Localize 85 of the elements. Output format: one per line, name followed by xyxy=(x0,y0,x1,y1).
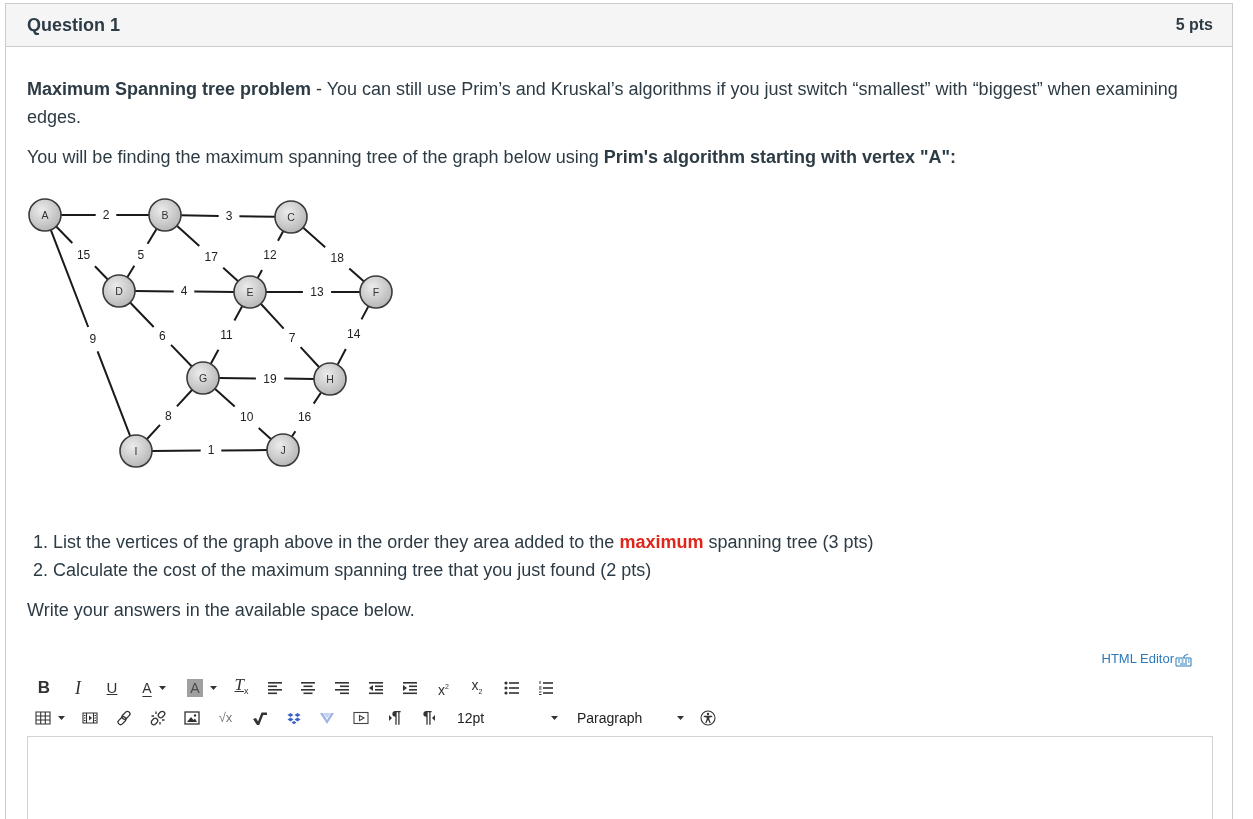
font-color-button[interactable]: A xyxy=(129,674,179,702)
edge-weight: 4 xyxy=(180,284,188,299)
question-title: Question 1 xyxy=(27,14,120,36)
edge-weight: 10 xyxy=(240,410,254,425)
superscript-button[interactable]: x$^{2}$ xyxy=(427,674,460,702)
list-number: 2. xyxy=(33,559,48,582)
edge-weight: 19 xyxy=(263,371,277,386)
triangle-icon xyxy=(388,715,392,721)
graph-edge xyxy=(145,388,194,441)
graph-node: B xyxy=(148,198,182,232)
graph-node: J xyxy=(266,433,300,467)
triangle-icon xyxy=(432,715,436,721)
edge-weight: 17 xyxy=(204,249,218,264)
edge-weight: 9 xyxy=(89,332,97,347)
graph-edge xyxy=(209,305,244,365)
caret-icon xyxy=(158,686,166,690)
graph-edge xyxy=(256,230,285,279)
broken-link-icon xyxy=(150,710,166,726)
question-paragraph: Maximum Spanning tree problem - You can still use Prim’s and Kruskal’s algorithms if you just switch “smallest” with “biggest” when examining edges. xyxy=(27,78,1179,129)
accessibility-icon xyxy=(700,710,716,726)
graph-node: C xyxy=(274,200,308,234)
edge-weight: 13 xyxy=(310,285,324,299)
link-icon xyxy=(116,710,132,726)
numbered-list-icon xyxy=(538,680,554,696)
graph-node: I xyxy=(119,434,153,468)
list-number: 1. xyxy=(33,531,48,554)
task-text: List the vertices of the graph above in the order they area added to the maximum spanning tree (3 pts) xyxy=(53,531,874,554)
graph-node: D xyxy=(102,274,136,308)
graph-node: A xyxy=(28,198,62,232)
caret-icon xyxy=(677,716,684,720)
graph-edge xyxy=(302,226,365,283)
graph-node: H xyxy=(313,362,347,396)
underline-button[interactable]: U xyxy=(95,674,129,702)
edge-weight: 7 xyxy=(288,330,296,345)
media-icon xyxy=(82,710,98,726)
edge-weight: 1 xyxy=(207,443,215,458)
keyboard-icon xyxy=(1175,653,1192,667)
play-box-icon xyxy=(352,710,369,726)
edge-weight: 12 xyxy=(263,248,277,263)
graph-edge xyxy=(259,302,321,369)
edge-weight: 8 xyxy=(165,408,172,423)
graph-edge xyxy=(175,224,240,283)
edge-weight: 2 xyxy=(102,208,110,222)
font-size-select[interactable]: 12pt xyxy=(446,704,566,732)
task-text: Calculate the cost of the maximum spanning tree that you just found (2 pts) xyxy=(53,559,652,582)
align-right-icon xyxy=(334,680,350,696)
graph-node: E xyxy=(233,275,267,309)
edge-weight: 6 xyxy=(159,328,166,343)
edge-weight: 16 xyxy=(297,410,312,425)
checkmark-icon xyxy=(252,710,268,726)
edge-weight: 5 xyxy=(137,247,145,262)
block-format-select[interactable]: Paragraph xyxy=(566,704,692,732)
caret-icon xyxy=(551,716,558,720)
edge-weight: 14 xyxy=(347,327,361,342)
graph-edge xyxy=(290,391,323,438)
table-grid-icon xyxy=(35,710,51,726)
bold-button[interactable]: B xyxy=(27,674,61,702)
instruction-text: Write your answers in the available space below. xyxy=(27,599,416,622)
align-center-icon xyxy=(300,680,316,696)
chevron-down-icon xyxy=(318,710,335,726)
graph-edge xyxy=(336,305,370,366)
question-points: 5 pts xyxy=(1175,16,1213,34)
edge-weight: 3 xyxy=(225,209,233,223)
edge-weight: 15 xyxy=(76,247,91,262)
math-equation-button[interactable]: √x xyxy=(208,704,243,732)
caret-icon xyxy=(209,686,217,690)
edge-weight: 18 xyxy=(330,250,344,265)
diamond-cluster-icon xyxy=(285,710,302,726)
edge-weight: 11 xyxy=(220,328,233,343)
subscript-button[interactable]: x$_{2}$ xyxy=(460,674,494,702)
graph-edge xyxy=(213,387,273,441)
caret-icon xyxy=(58,716,65,720)
question-paragraph: You will be finding the maximum spanning tree of the graph below using Prim's algorithm starting with vertex "A": xyxy=(27,146,958,169)
indent-icon xyxy=(402,680,418,696)
clear-formatting-button[interactable]: T$_{x}$ xyxy=(225,674,258,702)
graph-node: G xyxy=(186,361,220,395)
image-icon xyxy=(183,710,200,726)
align-left-icon xyxy=(266,680,283,696)
bullet-list-icon xyxy=(503,680,520,696)
left-to-right-button[interactable]: ¶ xyxy=(378,704,412,732)
html-editor-link[interactable]: HTML Editor xyxy=(1101,650,1192,668)
right-to-left-button[interactable]: ¶ xyxy=(412,704,446,732)
outdent-icon xyxy=(368,680,384,696)
graph-node: F xyxy=(359,275,393,309)
italic-button[interactable]: I xyxy=(61,674,95,702)
